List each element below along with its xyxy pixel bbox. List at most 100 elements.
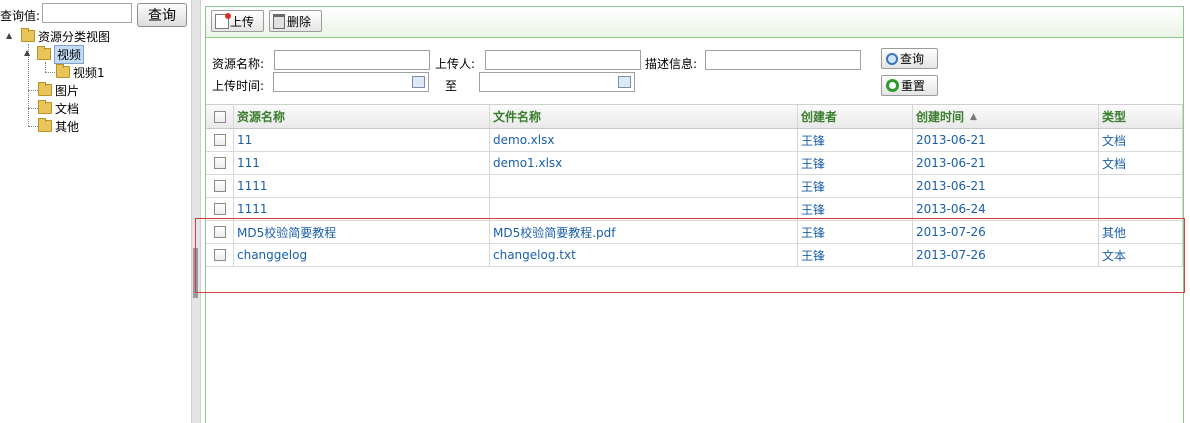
column-header-type[interactable]: 类型 (1099, 105, 1183, 128)
column-header-name[interactable]: 资源名称 (234, 105, 490, 128)
search-icon (886, 52, 898, 65)
search-button-label: 查询 (900, 52, 925, 66)
row-checkbox[interactable] (213, 134, 226, 146)
upload-button[interactable]: 上传 (211, 10, 264, 32)
search-button[interactable]: 查询 (881, 48, 938, 69)
row-select-cell (206, 175, 234, 197)
row-checkbox[interactable] (213, 203, 226, 215)
folder-icon (38, 100, 52, 114)
table-row[interactable]: changgelog changelog.txt 王锋 2013-07-26 文本 (206, 244, 1183, 267)
tree-node-label: 文档 (55, 101, 80, 116)
cell-name: changgelog (234, 244, 490, 266)
cell-creator: 王锋 (798, 175, 913, 197)
splitter-handle[interactable] (193, 248, 198, 298)
tree-node-video[interactable]: 视频 (37, 44, 85, 64)
query-label: 查询值: (0, 9, 41, 23)
cell-file: MD5校验简要教程.pdf (490, 221, 798, 243)
start-date-input[interactable] (273, 72, 429, 92)
column-header-creator[interactable]: 创建者 (798, 105, 913, 128)
cell-file: demo1.xlsx (490, 152, 798, 174)
sort-asc-icon: ▲ (970, 111, 977, 122)
column-header-time-label: 创建时间 (916, 110, 965, 124)
tree-node-video1[interactable]: 视频1 (56, 63, 105, 81)
row-checkbox[interactable] (213, 226, 226, 238)
uploader-input[interactable] (485, 50, 641, 70)
tree-line (45, 62, 46, 72)
cell-type: 文档 (1099, 152, 1183, 174)
upload-time-label: 上传时间: (212, 79, 265, 93)
tree-node-images[interactable]: 图片 (38, 81, 79, 99)
cell-time: 2013-07-26 (913, 221, 1099, 243)
reset-icon (886, 79, 899, 92)
tree-node-label: 视频 (54, 44, 85, 64)
table-row[interactable]: 1111 王锋 2013-06-21 (206, 175, 1183, 198)
query-input[interactable] (42, 3, 132, 23)
row-checkbox[interactable] (213, 157, 226, 169)
tree-node-label: 资源分类视图 (38, 29, 111, 44)
row-checkbox[interactable] (213, 249, 226, 261)
calendar-icon[interactable] (618, 76, 631, 88)
trash-icon (273, 13, 285, 29)
date-range-to-label: 至 (445, 79, 458, 93)
reset-button[interactable]: 重置 (881, 75, 938, 96)
row-select-cell (206, 129, 234, 151)
resource-name-label: 资源名称: (212, 57, 265, 71)
description-input[interactable] (705, 50, 861, 70)
tree-node-root[interactable]: 资源分类视图 (21, 27, 110, 45)
cell-type: 其他 (1099, 221, 1183, 243)
row-select-cell (206, 244, 234, 266)
cell-file (490, 198, 798, 220)
resource-name-input[interactable] (274, 50, 430, 70)
table-row[interactable]: 1111 王锋 2013-06-24 (206, 198, 1183, 221)
row-checkbox[interactable] (213, 180, 226, 192)
tree-line (45, 72, 55, 73)
cell-file (490, 175, 798, 197)
cell-time: 2013-06-21 (913, 152, 1099, 174)
toolbar: 上传 删除 (206, 7, 1183, 38)
upload-icon (215, 12, 231, 29)
cell-creator: 王锋 (798, 129, 913, 151)
tree-node-label: 其他 (55, 119, 80, 134)
grid-header-row: 资源名称 文件名称 创建者 创建时间 ▲ 类型 (206, 104, 1183, 129)
cell-file: demo.xlsx (490, 129, 798, 151)
delete-button[interactable]: 删除 (269, 10, 322, 32)
end-date-input[interactable] (479, 72, 635, 92)
calendar-icon[interactable] (412, 76, 425, 88)
select-all-checkbox[interactable] (213, 110, 226, 123)
tree-line (28, 126, 38, 127)
delete-label: 删除 (287, 14, 312, 29)
folder-icon (21, 28, 35, 42)
cell-type: 文本 (1099, 244, 1183, 266)
cell-name: 1111 (234, 175, 490, 197)
tree-node-docs[interactable]: 文档 (38, 99, 79, 117)
cell-creator: 王锋 (798, 198, 913, 220)
column-header-file[interactable]: 文件名称 (490, 105, 798, 128)
tree-expander-root[interactable]: ▲ (6, 31, 12, 40)
row-select-cell (206, 152, 234, 174)
tree-node-label: 图片 (55, 83, 80, 98)
table-row[interactable]: MD5校验简要教程 MD5校验简要教程.pdf 王锋 2013-07-26 其他 (206, 221, 1183, 244)
cell-type (1099, 175, 1183, 197)
table-row[interactable]: 111 demo1.xlsx 王锋 2013-06-21 文档 (206, 152, 1183, 175)
cell-name: 11 (234, 129, 490, 151)
tree-node-other[interactable]: 其他 (38, 117, 79, 135)
select-all-cell (206, 105, 234, 128)
left-pane: 查询值: 查询 ▲ 资源分类视图 ▲ 视频 视频1 图片 文档 其他 (0, 0, 191, 423)
query-button[interactable]: 查询 (137, 3, 187, 27)
pane-splitter[interactable] (191, 0, 201, 423)
folder-icon (56, 64, 70, 78)
cell-creator: 王锋 (798, 221, 913, 243)
uploader-label: 上传人: (435, 57, 476, 71)
column-header-time[interactable]: 创建时间 ▲ (913, 105, 1099, 128)
table-row[interactable]: 11 demo.xlsx 王锋 2013-06-21 文档 (206, 129, 1183, 152)
resource-panel: 上传 删除 资源名称: 上传人: 描述信息: 上传时间: 至 查询 重置 资源名… (205, 6, 1184, 423)
cell-creator: 王锋 (798, 244, 913, 266)
folder-icon (38, 118, 52, 132)
tree-line (28, 90, 38, 91)
cell-name: 111 (234, 152, 490, 174)
description-label: 描述信息: (645, 57, 698, 71)
folder-icon (37, 46, 51, 60)
tree-expander-video[interactable]: ▲ (24, 48, 30, 57)
upload-label: 上传 (230, 14, 255, 29)
reset-button-label: 重置 (901, 79, 926, 93)
